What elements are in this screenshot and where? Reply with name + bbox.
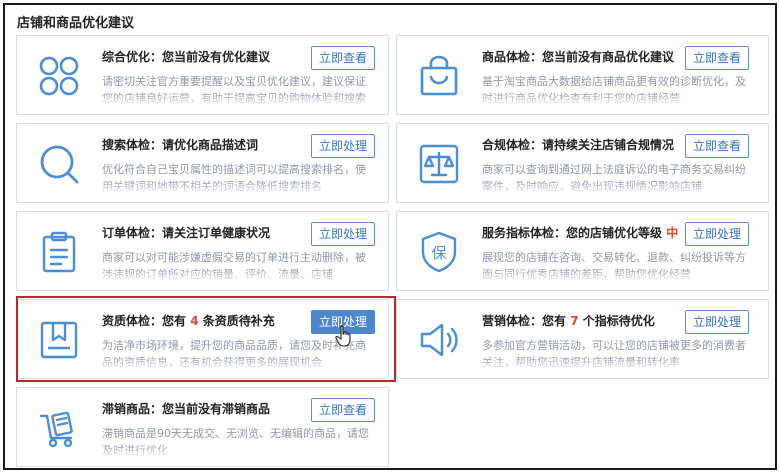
card-qualification-check: 资质体检：您有 4 条资质待补充 立即处理 为洁净市场环境，提升您的商品品质，请… <box>16 299 389 379</box>
card-title: 订单体检：请关注订单健康状况 <box>102 226 271 240</box>
handle-now-button[interactable]: 立即处理 <box>685 310 749 334</box>
card-description: 商家可以查询到通过网上法庭诉讼的电子商务交易纠纷案件，及时响应，避免出现违规情况… <box>482 161 752 195</box>
view-now-button[interactable]: 立即查看 <box>311 398 375 422</box>
hand-cursor-icon <box>335 325 353 347</box>
shopping-bag-icon <box>417 54 461 98</box>
card-description: 基于淘宝商品大数据给店铺商品更有效的诊断优化，及时进行商品优化检查有利于您的店铺… <box>482 73 752 107</box>
search-icon <box>37 142 81 186</box>
certificate-icon <box>37 318 81 362</box>
handle-now-button[interactable]: 立即处理 <box>311 134 375 158</box>
clipboard-icon <box>37 230 81 274</box>
card-description: 请密切关注官方重要提醒以及宝贝优化建议，建议保证您的店铺良好运营，有助于提高宝贝… <box>102 73 372 107</box>
view-now-button[interactable]: 立即查看 <box>685 46 749 70</box>
card-title: 综合优化：您当前没有优化建议 <box>102 50 271 64</box>
card-title: 搜索体检：请优化商品描述词 <box>102 138 259 152</box>
card-title: 资质体检：您有 4 条资质待补充 <box>102 312 275 329</box>
card-description: 为洁净市场环境，提升您的商品品质，请您及时补充商品的资质信息，还有机会获得更多的… <box>102 337 372 371</box>
card-overall-optimization: 综合优化：您当前没有优化建议 立即查看 请密切关注官方重要提醒以及宝贝优化建议，… <box>16 35 389 115</box>
section-title: 店铺和商品优化建议 <box>17 16 135 31</box>
card-title-suffix: 个指标待优化 <box>582 314 655 328</box>
speaker-icon <box>417 318 461 362</box>
optimization-panel: 店铺和商品优化建议 综合优化：您当前没有优化建议 立即查看 请密切关注官方重要提… <box>3 3 777 470</box>
pending-count: 7 <box>570 314 579 328</box>
card-compliance-check: 合规体检：请持续关注店铺合规情况 立即查看 商家可以查询到通过网上法庭诉讼的电子… <box>396 123 769 203</box>
card-title-prefix: 资质体检：您有 <box>102 314 187 328</box>
card-product-check: 商品体检：您当前没有商品优化建议 立即查看 基于淘宝商品大数据给店铺商品更有效的… <box>396 35 769 115</box>
card-title: 合规体检：请持续关注店铺合规情况 <box>482 138 675 152</box>
card-title: 营销体检：您有 7 个指标待优化 <box>482 312 655 329</box>
card-slow-moving-goods: 滞销商品：您当前没有滞销商品 立即查看 滞销商品是90天无成交、无浏览、无编辑的… <box>16 387 389 467</box>
shield-icon: 保 <box>417 230 461 274</box>
card-title-suffix: 条资质待补充 <box>202 314 275 328</box>
card-title-text: 服务指标体检：您的店铺优化等级 <box>482 226 663 240</box>
card-description: 商家可以对可能涉嫌虚假交易的订单进行主动删除，被涉违规的订单所对应的销量、评价、… <box>102 249 372 283</box>
svg-text:保: 保 <box>431 244 446 262</box>
pending-count: 4 <box>190 314 199 328</box>
cart-icon <box>37 406 81 450</box>
card-description: 多参加官方营销活动，可以让您的店铺被更多的消费者关注，帮助您迅速提升店铺流量和转… <box>482 337 752 371</box>
handle-now-button[interactable]: 立即处理 <box>685 222 749 246</box>
card-title: 商品体检：您当前没有商品优化建议 <box>482 50 675 64</box>
card-service-check: 保 服务指标体检：您的店铺优化等级 中 立即处理 展现您的店铺在咨询、交易转化、… <box>396 211 769 291</box>
card-description: 滞销商品是90天无成交、无浏览、无编辑的商品，请您及时进行优化 <box>102 425 372 459</box>
scale-icon <box>417 142 461 186</box>
apps-grid-icon <box>37 54 81 98</box>
card-title: 服务指标体检：您的店铺优化等级 中 <box>482 224 678 241</box>
card-search-check: 搜索体检：请优化商品描述词 立即处理 优化符合自己宝贝属性的描述词可以提高搜索排… <box>16 123 389 203</box>
card-title: 滞销商品：您当前没有滞销商品 <box>102 402 271 416</box>
card-marketing-check: 营销体检：您有 7 个指标待优化 立即处理 多参加官方营销活动，可以让您的店铺被… <box>396 299 769 379</box>
card-order-check: 订单体检：请关注订单健康状况 立即处理 商家可以对可能涉嫌虚假交易的订单进行主动… <box>16 211 389 291</box>
view-now-button[interactable]: 立即查看 <box>685 134 749 158</box>
level-badge: 中 <box>666 226 679 240</box>
handle-now-button[interactable]: 立即处理 <box>311 222 375 246</box>
card-title-prefix: 营销体检：您有 <box>482 314 567 328</box>
card-description: 优化符合自己宝贝属性的描述词可以提高搜索排名，使用关键词和地带不相关的词语会降低… <box>102 161 372 195</box>
card-description: 展现您的店铺在咨询、交易转化、退款、纠纷投诉等方面与同行优秀店铺的差距，帮助您优… <box>482 249 752 283</box>
view-now-button[interactable]: 立即查看 <box>311 46 375 70</box>
